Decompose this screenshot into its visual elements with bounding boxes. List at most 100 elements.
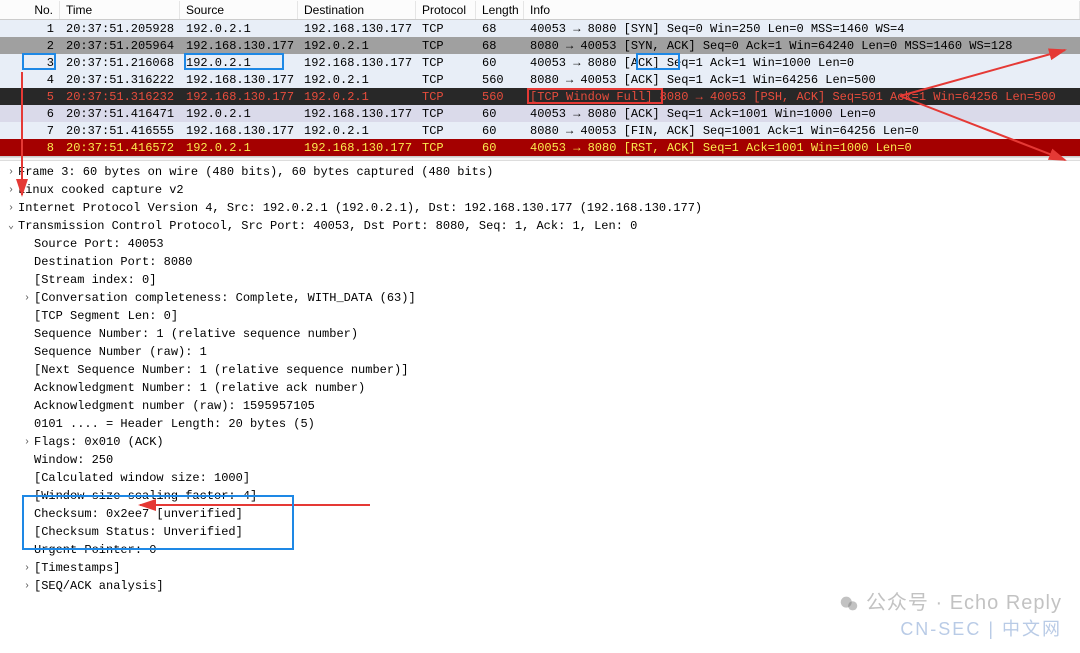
cell-time: 20:37:51.416572 [60,141,180,155]
tcp-conv[interactable]: ›[Conversation completeness: Complete, W… [0,289,1080,307]
packet-row[interactable]: 820:37:51.416572192.0.2.1192.168.130.177… [0,139,1080,156]
col-header-time[interactable]: Time [60,1,180,19]
cell-length: 560 [476,90,524,104]
cell-dest: 192.168.130.177 [298,107,416,121]
cell-no: 2 [18,39,60,53]
tcp-timestamps[interactable]: ›[Timestamps] [0,559,1080,577]
cell-source: 192.0.2.1 [180,22,298,36]
cell-no: 7 [18,124,60,138]
cell-length: 60 [476,56,524,70]
tcp-ackraw[interactable]: Acknowledgment number (raw): 1595957105 [0,397,1080,415]
cell-source: 192.0.2.1 [180,56,298,70]
cell-source: 192.168.130.177 [180,73,298,87]
frame-node[interactable]: ›Frame 3: 60 bytes on wire (480 bits), 6… [0,163,1080,181]
tcp-urgent[interactable]: Urgent Pointer: 0 [0,541,1080,559]
cell-no: 3 [18,56,60,70]
cell-length: 60 [476,124,524,138]
cell-time: 20:37:51.216068 [60,56,180,70]
cell-length: 60 [476,141,524,155]
tcp-seqraw[interactable]: Sequence Number (raw): 1 [0,343,1080,361]
packet-row[interactable]: 320:37:51.216068192.0.2.1192.168.130.177… [0,54,1080,71]
tcp-chkstatus[interactable]: [Checksum Status: Unverified] [0,523,1080,541]
expand-icon[interactable]: › [20,561,34,576]
tcp-stream[interactable]: [Stream index: 0] [0,271,1080,289]
packet-row[interactable]: 120:37:51.205928192.0.2.1192.168.130.177… [0,20,1080,37]
cell-info: 40053 → 8080 [SYN] Seq=0 Win=250 Len=0 M… [524,22,1080,36]
cell-source: 192.0.2.1 [180,107,298,121]
col-header-length[interactable]: Length [476,1,524,19]
tcp-node[interactable]: ⌄Transmission Control Protocol, Src Port… [0,217,1080,235]
expand-icon[interactable]: › [4,201,18,216]
cell-time: 20:37:51.205964 [60,39,180,53]
cell-proto: TCP [416,22,476,36]
expand-icon[interactable]: › [20,579,34,594]
tcp-dstport[interactable]: Destination Port: 8080 [0,253,1080,271]
expand-icon[interactable]: › [4,165,18,180]
tcp-nextseq[interactable]: [Next Sequence Number: 1 (relative seque… [0,361,1080,379]
cell-info: 40053 → 8080 [ACK] Seq=1 Ack=1 Win=1000 … [524,56,1080,70]
packet-row[interactable]: 620:37:51.416471192.0.2.1192.168.130.177… [0,105,1080,122]
cell-dest: 192.168.130.177 [298,56,416,70]
packet-row[interactable]: 720:37:51.416555192.168.130.177192.0.2.1… [0,122,1080,139]
expand-icon[interactable]: › [20,291,34,306]
cell-source: 192.168.130.177 [180,39,298,53]
col-header-no[interactable]: No. [18,1,60,19]
cell-source: 192.168.130.177 [180,124,298,138]
cell-time: 20:37:51.205928 [60,22,180,36]
packet-row[interactable]: 520:37:51.316232192.168.130.177192.0.2.1… [0,88,1080,105]
tcp-acknum[interactable]: Acknowledgment Number: 1 (relative ack n… [0,379,1080,397]
packet-row[interactable]: 420:37:51.316222192.168.130.177192.0.2.1… [0,71,1080,88]
tcp-checksum[interactable]: Checksum: 0x2ee7 [unverified] [0,505,1080,523]
cell-info: [TCP Window Full] 8080 → 40053 [PSH, ACK… [524,90,1080,104]
cell-no: 1 [18,22,60,36]
cell-info: 8080 → 40053 [ACK] Seq=1 Ack=1 Win=64256… [524,73,1080,87]
cell-time: 20:37:51.416555 [60,124,180,138]
cell-source: 192.0.2.1 [180,141,298,155]
cell-dest: 192.0.2.1 [298,39,416,53]
tcp-hdrlen[interactable]: 0101 .... = Header Length: 20 bytes (5) [0,415,1080,433]
packet-list[interactable]: No. Time Source Destination Protocol Len… [0,0,1080,157]
cell-time: 20:37:51.316232 [60,90,180,104]
cell-length: 68 [476,39,524,53]
cell-proto: TCP [416,124,476,138]
cell-info: 8080 → 40053 [FIN, ACK] Seq=1001 Ack=1 W… [524,124,1080,138]
packet-details-pane[interactable]: ›Frame 3: 60 bytes on wire (480 bits), 6… [0,161,1080,597]
tcp-srcport[interactable]: Source Port: 40053 [0,235,1080,253]
tcp-seglen[interactable]: [TCP Segment Len: 0] [0,307,1080,325]
cell-length: 60 [476,107,524,121]
tcp-seqack[interactable]: ›[SEQ/ACK analysis] [0,577,1080,595]
expand-icon[interactable]: › [20,435,34,450]
cell-proto: TCP [416,107,476,121]
cell-length: 68 [476,22,524,36]
ip-node[interactable]: ›Internet Protocol Version 4, Src: 192.0… [0,199,1080,217]
cell-time: 20:37:51.316222 [60,73,180,87]
tcp-seqnum[interactable]: Sequence Number: 1 (relative sequence nu… [0,325,1080,343]
tcp-calcwin[interactable]: [Calculated window size: 1000] [0,469,1080,487]
tcp-flags[interactable]: ›Flags: 0x010 (ACK) [0,433,1080,451]
col-header-info[interactable]: Info [524,1,1080,19]
cell-proto: TCP [416,39,476,53]
cell-info: 8080 → 40053 [SYN, ACK] Seq=0 Ack=1 Win=… [524,39,1080,53]
expand-icon[interactable]: › [4,183,18,198]
tcp-scalefac[interactable]: [Window size scaling factor: 4] [0,487,1080,505]
tcp-window[interactable]: Window: 250 [0,451,1080,469]
cell-dest: 192.0.2.1 [298,90,416,104]
packet-list-header: No. Time Source Destination Protocol Len… [0,0,1080,20]
col-header-proto[interactable]: Protocol [416,1,476,19]
col-header-dest[interactable]: Destination [298,1,416,19]
cell-dest: 192.168.130.177 [298,141,416,155]
collapse-icon[interactable]: ⌄ [4,219,18,234]
cell-dest: 192.0.2.1 [298,73,416,87]
linux-cooked-node[interactable]: ›Linux cooked capture v2 [0,181,1080,199]
cell-time: 20:37:51.416471 [60,107,180,121]
col-header-source[interactable]: Source [180,1,298,19]
cell-no: 8 [18,141,60,155]
cell-proto: TCP [416,73,476,87]
cell-info: 40053 → 8080 [ACK] Seq=1 Ack=1001 Win=10… [524,107,1080,121]
packet-row[interactable]: 220:37:51.205964192.168.130.177192.0.2.1… [0,37,1080,54]
cell-proto: TCP [416,90,476,104]
cell-proto: TCP [416,141,476,155]
cell-no: 4 [18,73,60,87]
cell-no: 5 [18,90,60,104]
cell-dest: 192.168.130.177 [298,22,416,36]
